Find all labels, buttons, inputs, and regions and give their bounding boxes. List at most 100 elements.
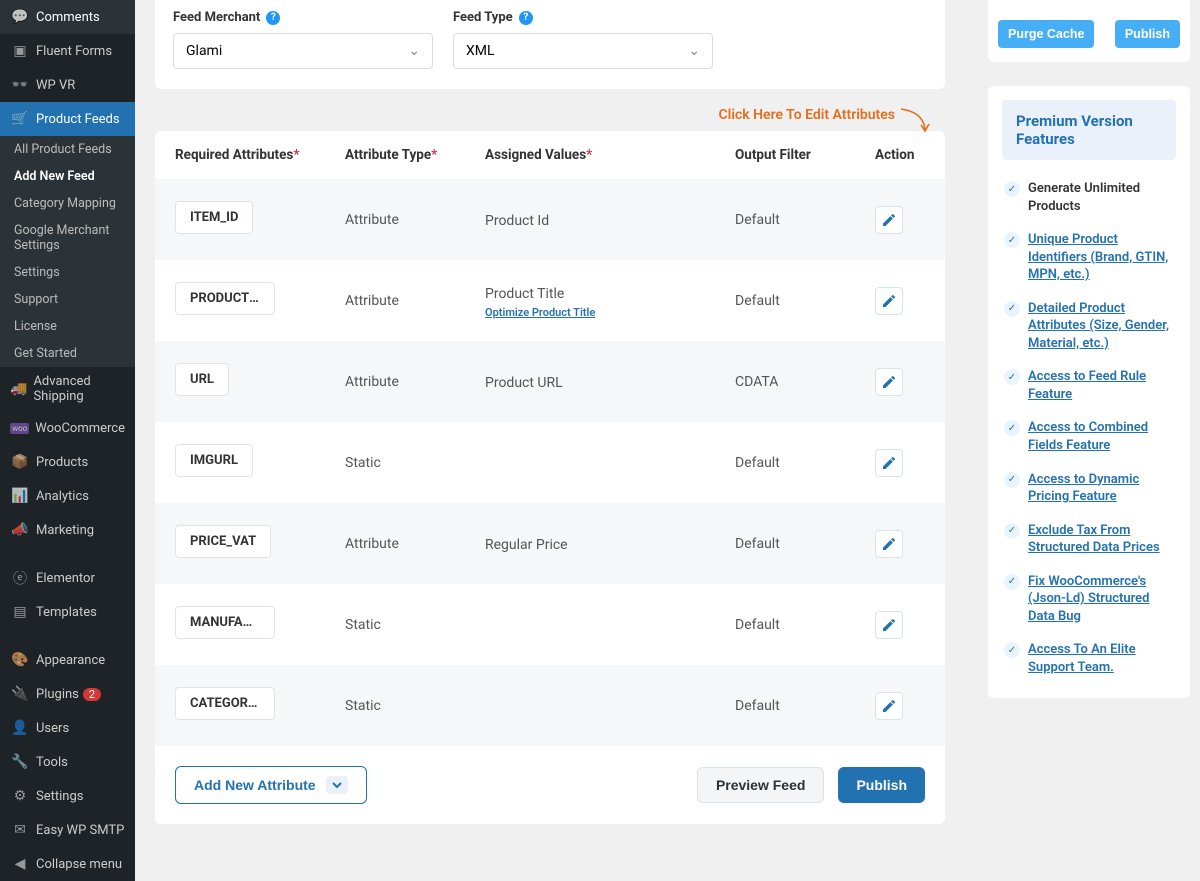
- publish-side-button[interactable]: Publish: [1115, 20, 1180, 48]
- attribute-type: Attribute: [345, 536, 485, 552]
- sidebar-subitem-all-product-feeds[interactable]: All Product Feeds: [0, 136, 135, 163]
- sidebar-submenu: All Product FeedsAdd New FeedCategory Ma…: [0, 136, 135, 367]
- check-icon: ✓: [1004, 369, 1020, 385]
- feed-merchant-label: Feed Merchant ?: [173, 10, 433, 25]
- menu-icon: ✉: [10, 820, 30, 840]
- menu-icon: 👓: [10, 75, 30, 95]
- menu-icon: 💬: [10, 7, 30, 27]
- premium-feature-link[interactable]: Access to Combined Fields Feature: [1028, 419, 1174, 454]
- sidebar-item-appearance[interactable]: 🎨Appearance: [0, 643, 135, 677]
- attribute-row: ITEM_IDAttributeProduct IdDefault: [155, 179, 945, 260]
- sidebar-item-marketing[interactable]: 📣Marketing: [0, 513, 135, 547]
- premium-feature-link[interactable]: Exclude Tax From Structured Data Prices: [1028, 522, 1174, 557]
- feed-type-select[interactable]: XML ⌄: [453, 33, 713, 69]
- help-icon[interactable]: ?: [266, 11, 280, 25]
- sidebar-item-comments[interactable]: 💬Comments: [0, 0, 135, 34]
- col-header-required: Required Attributes*: [175, 147, 345, 163]
- menu-icon: ▣: [10, 41, 30, 61]
- sidebar-item-label: Users: [36, 721, 69, 736]
- sidebar-item-users[interactable]: 👤 Users: [0, 711, 135, 745]
- optimize-link[interactable]: Optimize Product Title: [485, 306, 735, 319]
- sidebar-item-label: Advanced Shipping: [33, 374, 125, 404]
- premium-feature-link[interactable]: Detailed Product Attributes (Size, Gende…: [1028, 300, 1174, 353]
- assigned-value: Regular Price: [485, 537, 568, 553]
- edit-row-button[interactable]: [875, 287, 903, 315]
- premium-feature-item: ✓Generate Unlimited Products: [1002, 172, 1176, 223]
- premium-feature-item: ✓ Access to Combined Fields Feature: [1002, 411, 1176, 462]
- edit-row-button[interactable]: [875, 368, 903, 396]
- assigned-value: Product URL: [485, 375, 563, 391]
- sidebar-item-templates[interactable]: ▤Templates: [0, 595, 135, 629]
- sidebar-item-label: Easy WP SMTP: [36, 823, 124, 838]
- sidebar-subitem-google-merchant-settings[interactable]: Google Merchant Settings: [0, 217, 135, 259]
- attribute-name-tag: MANUFACTU...: [175, 606, 275, 639]
- sidebar-subitem-settings[interactable]: Settings: [0, 259, 135, 286]
- check-icon: ✓: [1004, 232, 1020, 248]
- sidebar-item-products[interactable]: 📦Products: [0, 445, 135, 479]
- premium-feature-link[interactable]: Access to Feed Rule Feature: [1028, 368, 1174, 403]
- edit-row-button[interactable]: [875, 692, 903, 720]
- sidebar-item-label: Tools: [36, 755, 68, 770]
- feed-type-label: Feed Type ?: [453, 10, 713, 25]
- output-filter: Default: [735, 698, 875, 714]
- help-icon[interactable]: ?: [519, 11, 533, 25]
- premium-feature-link: Generate Unlimited Products: [1028, 180, 1174, 215]
- output-filter: CDATA: [735, 374, 875, 390]
- sidebar-item-tools[interactable]: 🔧Tools: [0, 745, 135, 779]
- purge-cache-button[interactable]: Purge Cache: [998, 20, 1094, 48]
- publish-button[interactable]: Publish: [838, 767, 925, 803]
- sidebar-item-plugins[interactable]: 🔌Plugins2: [0, 677, 135, 711]
- sidebar-item-easy-wp-smtp[interactable]: ✉ Easy WP SMTP: [0, 813, 135, 847]
- premium-title: Premium Version Features: [1002, 100, 1176, 160]
- sidebar-subitem-license[interactable]: License: [0, 313, 135, 340]
- edit-row-button[interactable]: [875, 449, 903, 477]
- top-actions-box: Purge Cache Publish: [988, 0, 1190, 62]
- col-header-filter: Output Filter: [735, 147, 875, 163]
- sidebar-item-label: Products: [36, 455, 88, 470]
- premium-feature-link[interactable]: Access To An Elite Support Team.: [1028, 641, 1174, 676]
- premium-feature-link[interactable]: Unique Product Identifiers (Brand, GTIN,…: [1028, 231, 1174, 284]
- sidebar-item-wp-vr[interactable]: 👓WP VR: [0, 68, 135, 102]
- premium-feature-link[interactable]: Access to Dynamic Pricing Feature: [1028, 471, 1174, 506]
- menu-icon: ⓔ: [10, 568, 30, 588]
- premium-feature-link[interactable]: Fix WooCommerce's (Json-Ld) Structured D…: [1028, 573, 1174, 626]
- edit-attributes-link[interactable]: Click Here To Edit Attributes: [719, 107, 895, 123]
- edit-row-button[interactable]: [875, 530, 903, 558]
- col-header-assigned: Assigned Values*: [485, 147, 735, 163]
- menu-icon: 📣: [10, 520, 30, 540]
- sidebar-item-label: Product Feeds: [36, 112, 120, 127]
- sidebar-item-label: Fluent Forms: [36, 44, 112, 59]
- sidebar-item-product-feeds[interactable]: 🛒Product Feeds: [0, 102, 135, 136]
- sidebar-item-collapse-menu[interactable]: ◀Collapse menu: [0, 847, 135, 881]
- sidebar-subitem-add-new-feed[interactable]: Add New Feed: [0, 163, 135, 190]
- sidebar-subitem-category-mapping[interactable]: Category Mapping: [0, 190, 135, 217]
- chevron-down-icon: ⌄: [688, 43, 700, 59]
- attribute-name-tag: ITEM_ID: [175, 201, 253, 234]
- menu-icon: 👤: [10, 718, 30, 738]
- sidebar-item-settings[interactable]: ⚙Settings: [0, 779, 135, 813]
- menu-icon: 🚚: [10, 379, 27, 399]
- attribute-type: Attribute: [345, 374, 485, 390]
- sidebar-item-elementor[interactable]: ⓔElementor: [0, 561, 135, 595]
- sidebar-item-woocommerce[interactable]: wooWooCommerce: [0, 411, 135, 445]
- sidebar-item-analytics[interactable]: 📊Analytics: [0, 479, 135, 513]
- attribute-row: URLAttributeProduct URLCDATA: [155, 341, 945, 422]
- menu-icon: 🎨: [10, 650, 30, 670]
- preview-feed-button[interactable]: Preview Feed: [697, 767, 825, 803]
- sidebar-subitem-get-started[interactable]: Get Started: [0, 340, 135, 367]
- sidebar-subitem-support[interactable]: Support: [0, 286, 135, 313]
- sidebar-item-advanced-shipping[interactable]: 🚚 Advanced Shipping: [0, 367, 135, 411]
- col-header-action: Action: [875, 147, 945, 163]
- premium-feature-item: ✓Exclude Tax From Structured Data Prices: [1002, 514, 1176, 565]
- check-icon: ✓: [1004, 420, 1020, 436]
- check-icon: ✓: [1004, 472, 1020, 488]
- edit-row-button[interactable]: [875, 611, 903, 639]
- sidebar-item-fluent-forms[interactable]: ▣ Fluent Forms: [0, 34, 135, 68]
- edit-row-button[interactable]: [875, 206, 903, 234]
- chevron-down-icon: ⌄: [408, 43, 420, 59]
- sidebar-item-label: Analytics: [36, 489, 89, 504]
- attribute-type: Static: [345, 455, 485, 471]
- feed-merchant-select[interactable]: Glami ⌄: [173, 33, 433, 69]
- add-new-attribute-button[interactable]: Add New Attribute: [175, 766, 367, 804]
- check-icon: ✓: [1004, 301, 1020, 317]
